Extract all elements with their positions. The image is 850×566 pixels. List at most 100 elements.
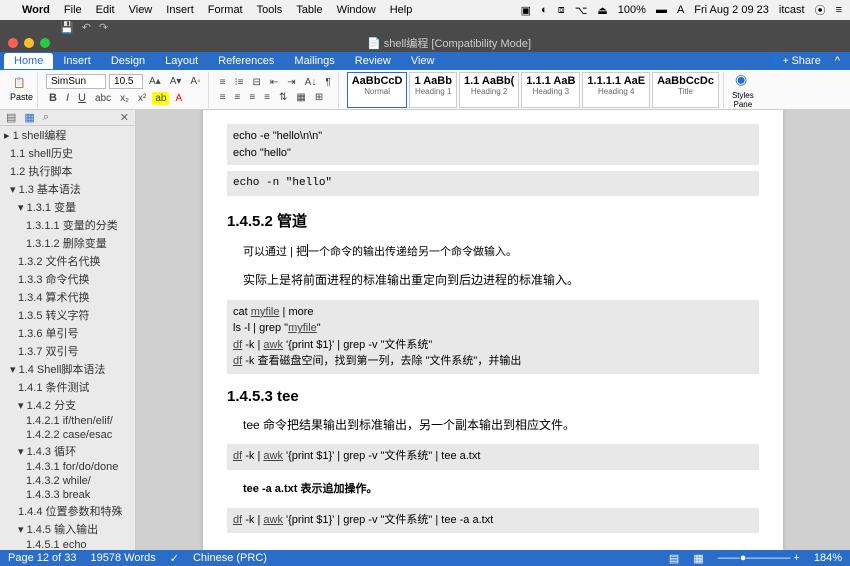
shrink-font[interactable]: A▾ (167, 75, 185, 88)
underline-button[interactable]: U (75, 91, 89, 105)
outline-item[interactable]: 1.4.4 位置参数和特殊 (0, 502, 135, 520)
pilcrow-button[interactable]: ¶ (322, 76, 333, 89)
save-icon[interactable]: 💾 (60, 21, 74, 34)
redo-icon[interactable]: ↷ (99, 21, 108, 34)
outline-item[interactable]: 1.2 执行脚本 (0, 162, 135, 180)
menu-window[interactable]: Window (337, 4, 376, 16)
view-web[interactable]: ▦ (693, 552, 703, 565)
shading[interactable]: ▦ (293, 91, 308, 104)
outline-item[interactable]: 1.3.6 单引号 (0, 324, 135, 342)
outline-item[interactable]: ▾ 1.4.3 循环 (0, 442, 135, 460)
close-icon[interactable] (8, 38, 18, 48)
bold-button[interactable]: B (46, 91, 60, 105)
grow-font[interactable]: A▴ (146, 75, 164, 88)
search-icon[interactable]: ⌕ (43, 111, 49, 124)
thumbnails-icon[interactable]: ▤ (6, 111, 16, 124)
menu-insert[interactable]: Insert (166, 4, 194, 16)
outline-item[interactable]: 1.3.1.2 删除变量 (0, 234, 135, 252)
numbering-button[interactable]: ⁝≡ (231, 76, 246, 89)
document-area[interactable]: echo -e "hello\n\n" echo "hello" echo -n… (136, 110, 850, 550)
tab-home[interactable]: Home (4, 53, 53, 69)
outline-item[interactable]: 1.3.1.1 变量的分类 (0, 216, 135, 234)
zoom-slider[interactable]: ——●———— + (718, 552, 800, 564)
tab-view[interactable]: View (401, 53, 445, 69)
close-pane-icon[interactable]: ✕ (120, 111, 129, 124)
line-spacing[interactable]: ⇅ (276, 91, 290, 104)
multilevel-button[interactable]: ⊟ (250, 76, 264, 89)
outline-item[interactable]: 1.4.2.1 if/then/elif/ (0, 414, 135, 428)
app-name[interactable]: Word (22, 4, 50, 16)
style-0[interactable]: AaBbCcDNormal (347, 72, 408, 108)
subscript-button[interactable]: x₂ (117, 92, 132, 105)
style-4[interactable]: 1.1.1.1 AaEHeading 4 (582, 72, 650, 108)
tab-insert[interactable]: Insert (53, 53, 101, 69)
bluetooth-icon[interactable]: ⧈ (558, 4, 565, 17)
icon[interactable]: ◐ (541, 4, 548, 16)
menu-help[interactable]: Help (390, 4, 413, 16)
align-center[interactable]: ≡ (231, 91, 243, 104)
indent-left[interactable]: ⇤ (267, 76, 281, 89)
strike-button[interactable]: abc (92, 92, 114, 105)
outline-item[interactable]: 1.3.3 命令代换 (0, 270, 135, 288)
tab-references[interactable]: References (208, 53, 284, 69)
outline-item[interactable]: 1.4.3.3 break (0, 488, 135, 502)
justify[interactable]: ≡ (261, 91, 273, 104)
align-right[interactable]: ≡ (246, 91, 258, 104)
style-3[interactable]: 1.1.1 AaBHeading 3 (521, 72, 580, 108)
navigation-pane[interactable]: ▤ ▦ ⌕ ✕ ▸ 1 shell编程1.1 shell历史1.2 执行脚本▾ … (0, 110, 136, 550)
undo-icon[interactable]: ↶ (82, 21, 91, 34)
menu-file[interactable]: File (64, 4, 82, 16)
collapse-ribbon-icon[interactable]: ^ (829, 55, 846, 67)
italic-button[interactable]: I (63, 91, 72, 105)
outline-item[interactable]: 1.1 shell历史 (0, 144, 135, 162)
page-indicator[interactable]: Page 12 of 33 (8, 552, 77, 564)
superscript-button[interactable]: x² (135, 92, 149, 105)
bullets-button[interactable]: ≡ (217, 76, 229, 89)
style-2[interactable]: 1.1 AaBb(Heading 2 (459, 72, 519, 108)
font-select[interactable]: SimSun (46, 74, 106, 89)
align-left[interactable]: ≡ (217, 91, 229, 104)
outline-item[interactable]: 1.4.3.2 while/ (0, 474, 135, 488)
styles-pane-icon[interactable]: ◉ (732, 70, 754, 89)
language[interactable]: Chinese (PRC) (193, 552, 267, 564)
outline-item[interactable]: 1.4.3.1 for/do/done (0, 460, 135, 474)
view-print[interactable]: ▤ (669, 552, 679, 565)
spotlight-icon[interactable]: ⦿ (815, 2, 826, 18)
outline-item[interactable]: ▾ 1.4.5 输入输出 (0, 520, 135, 538)
tab-design[interactable]: Design (101, 53, 155, 69)
paste-button[interactable]: 📋 (10, 77, 33, 90)
menu-format[interactable]: Format (208, 4, 243, 16)
menu-tools[interactable]: Tools (257, 4, 283, 16)
headings-icon[interactable]: ▦ (24, 111, 34, 124)
battery-icon[interactable]: ▬ (656, 4, 667, 16)
font-color-button[interactable]: A (172, 92, 185, 105)
spellcheck-icon[interactable]: ✓ (170, 552, 179, 565)
zoom-icon[interactable] (40, 38, 50, 48)
size-select[interactable]: 10.5 (109, 74, 143, 89)
share-button[interactable]: 👤+ Share (762, 53, 828, 69)
outline-item[interactable]: 1.3.5 转义字符 (0, 306, 135, 324)
menu-edit[interactable]: Edit (96, 4, 115, 16)
minimize-icon[interactable] (24, 38, 34, 48)
tab-layout[interactable]: Layout (155, 53, 208, 69)
wifi-icon[interactable]: ⌥ (575, 4, 588, 17)
menu-view[interactable]: View (129, 4, 153, 16)
user[interactable]: itcast (779, 4, 805, 16)
outline-item[interactable]: 1.4.1 条件测试 (0, 378, 135, 396)
outline-item[interactable]: ▾ 1.3 基本语法 (0, 180, 135, 198)
siri-icon[interactable]: ≡ (836, 4, 842, 16)
outline-item[interactable]: ▾ 1.4 Shell脚本语法 (0, 360, 135, 378)
borders[interactable]: ⊞ (312, 91, 326, 104)
icon[interactable]: A (677, 4, 684, 16)
outline-item[interactable]: 1.3.7 双引号 (0, 342, 135, 360)
clear-format[interactable]: A◦ (187, 75, 203, 88)
outline-item[interactable]: 1.4.5.1 echo (0, 538, 135, 550)
word-count[interactable]: 19578 Words (91, 552, 156, 564)
outline-item[interactable]: ▸ 1 shell编程 (0, 126, 135, 144)
style-5[interactable]: AaBbCcDcTitle (652, 72, 719, 108)
icon[interactable]: ▣ (521, 4, 531, 17)
tab-mailings[interactable]: Mailings (284, 53, 344, 69)
menu-table[interactable]: Table (296, 4, 322, 16)
indent-right[interactable]: ⇥ (284, 76, 298, 89)
style-1[interactable]: 1 AaBbHeading 1 (409, 72, 457, 108)
